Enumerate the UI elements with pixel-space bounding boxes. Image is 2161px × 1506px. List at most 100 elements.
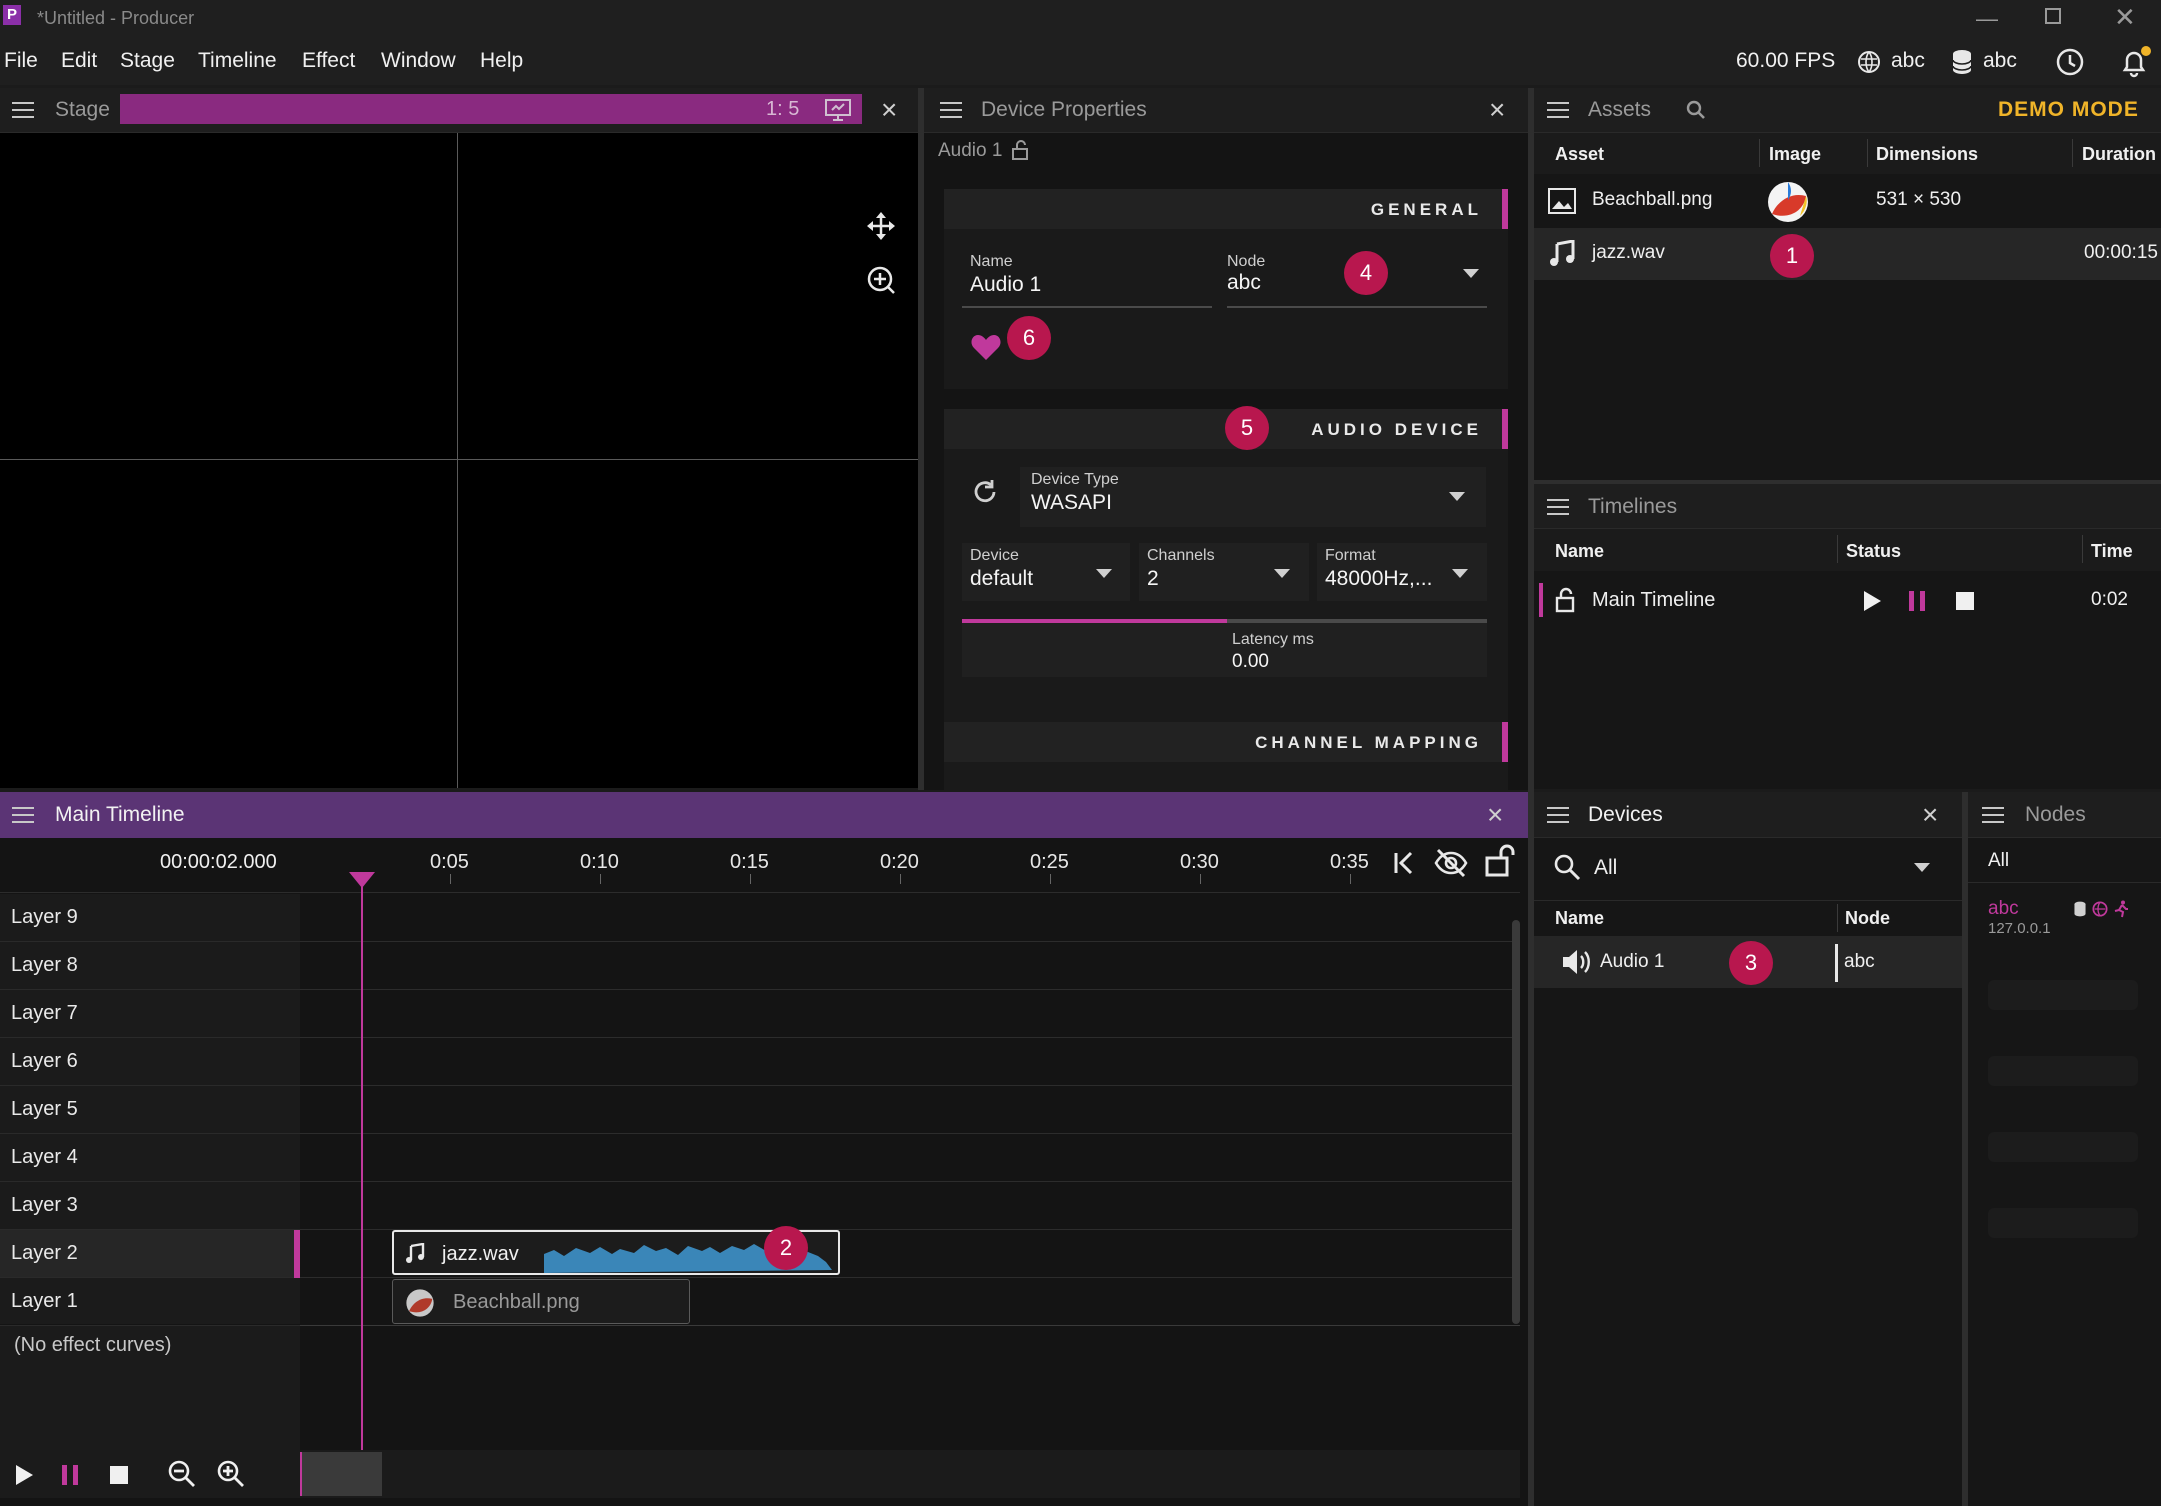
col-name[interactable]: Name — [1555, 541, 1604, 562]
device-properties-menu-icon[interactable] — [940, 102, 962, 118]
zoom-out-icon[interactable] — [166, 1458, 198, 1490]
refresh-icon[interactable] — [970, 477, 1000, 507]
layer-row[interactable]: Layer 8 — [0, 942, 300, 990]
menu-timeline[interactable]: Timeline — [198, 49, 277, 73]
stop-icon[interactable] — [1954, 590, 1976, 612]
devices-close-button[interactable]: × — [1922, 801, 1938, 829]
beachball-clip[interactable]: Beachball.png — [392, 1279, 690, 1324]
ruler-tick-label: 0:15 — [730, 851, 769, 873]
col-asset[interactable]: Asset — [1555, 144, 1604, 165]
ruler-tick-label: 0:20 — [880, 851, 919, 873]
col-node[interactable]: Node — [1845, 908, 1890, 929]
format-select[interactable]: 48000Hz,... — [1325, 567, 1432, 591]
latency-field-bg[interactable] — [962, 623, 1487, 677]
format-caret[interactable] — [1452, 569, 1468, 578]
ruler-tick-label: 0:25 — [1030, 851, 1069, 873]
zoom-in-icon[interactable] — [215, 1458, 247, 1490]
heart-icon[interactable] — [970, 332, 1002, 362]
col-duration[interactable]: Duration — [2082, 144, 2156, 165]
pause-icon[interactable] — [59, 1463, 81, 1487]
monitor-icon[interactable] — [823, 97, 853, 123]
device-caret[interactable] — [1096, 569, 1112, 578]
menu-stage[interactable]: Stage — [120, 49, 175, 73]
globe-icon[interactable] — [1857, 50, 1881, 74]
network-node-label[interactable]: abc — [1891, 49, 1925, 73]
layer-row[interactable]: Layer 9 — [0, 894, 300, 942]
timelines-table: Name Status Time Main Timeline 0:02 — [1534, 529, 2161, 789]
play-icon[interactable] — [13, 1463, 35, 1487]
device-select[interactable]: default — [970, 567, 1033, 591]
playhead-marker[interactable] — [349, 872, 375, 888]
stage-toolbar — [120, 94, 862, 124]
stage-close-button[interactable]: × — [881, 96, 897, 124]
menu-edit[interactable]: Edit — [61, 49, 97, 73]
device-properties-close-button[interactable]: × — [1489, 96, 1505, 124]
node-select[interactable]: abc — [1227, 271, 1261, 295]
stop-icon[interactable] — [108, 1464, 130, 1486]
main-timeline-close-button[interactable]: × — [1487, 801, 1503, 829]
history-clock-icon[interactable] — [2054, 46, 2086, 78]
layer-row[interactable]: Layer 3 — [0, 1182, 300, 1230]
layer-row[interactable]: Layer 4 — [0, 1134, 300, 1182]
layer-row[interactable]: Layer 7 — [0, 990, 300, 1038]
node-address: 127.0.0.1 — [1988, 920, 2051, 937]
minimize-button[interactable]: — — [1976, 6, 1998, 32]
node-row[interactable]: abc 127.0.0.1 — [1968, 894, 2161, 954]
device-type-caret[interactable] — [1449, 492, 1465, 501]
timeline-row[interactable]: Main Timeline 0:02 — [1534, 571, 2161, 629]
search-icon[interactable] — [1684, 98, 1708, 122]
stage-menu-icon[interactable] — [12, 102, 34, 118]
devices-filter-caret[interactable] — [1914, 863, 1930, 872]
database-icon[interactable] — [1951, 49, 1973, 75]
layer-row[interactable]: Layer 1 — [0, 1278, 300, 1326]
col-dimensions[interactable]: Dimensions — [1876, 144, 1978, 165]
devices-filter[interactable]: All — [1594, 856, 1617, 880]
main-timeline-menu-icon[interactable] — [12, 807, 34, 823]
layer-row-selected[interactable]: Layer 2 — [0, 1230, 300, 1278]
menu-help[interactable]: Help — [480, 49, 523, 73]
layer-row[interactable]: Layer 6 — [0, 1038, 300, 1086]
nodes-menu-icon[interactable] — [1982, 807, 2004, 823]
lock-open-icon[interactable] — [1554, 587, 1578, 613]
timelines-menu-icon[interactable] — [1547, 499, 1569, 515]
close-window-button[interactable]: ✕ — [2114, 2, 2136, 33]
asset-row-selected[interactable]: jazz.wav 00:00:15 — [1534, 228, 2161, 280]
zoom-in-icon[interactable] — [865, 264, 897, 296]
name-field[interactable]: Audio 1 — [970, 273, 1041, 297]
horizontal-scroll-thumb[interactable] — [300, 1452, 382, 1496]
layer-row[interactable]: Layer 5 — [0, 1086, 300, 1134]
col-name[interactable]: Name — [1555, 908, 1604, 929]
col-time[interactable]: Time — [2091, 541, 2133, 562]
current-time-display[interactable]: 00:00:02.000 — [160, 851, 277, 874]
nodes-filter[interactable]: All — [1988, 850, 2009, 872]
notification-bell-icon[interactable] — [2117, 45, 2151, 79]
device-type-select[interactable]: WASAPI — [1031, 491, 1112, 515]
skip-to-start-icon[interactable] — [1392, 850, 1416, 876]
stage-canvas[interactable] — [0, 133, 918, 788]
assets-menu-icon[interactable] — [1547, 102, 1569, 118]
col-status[interactable]: Status — [1846, 541, 1901, 562]
maximize-button[interactable] — [2045, 8, 2061, 24]
visibility-off-icon[interactable] — [1433, 847, 1469, 879]
pause-icon[interactable] — [1906, 589, 1928, 613]
col-image[interactable]: Image — [1769, 144, 1821, 165]
assets-table: Asset Image Dimensions Duration Beachbal… — [1534, 133, 2161, 480]
channels-caret[interactable] — [1274, 569, 1290, 578]
running-person-icon — [2114, 900, 2128, 918]
asset-row[interactable]: Beachball.png 531 × 530 — [1534, 174, 2161, 228]
timeline-scrollbar[interactable] — [1512, 920, 1520, 1324]
db-node-label[interactable]: abc — [1983, 49, 2017, 73]
node-dropdown-caret[interactable] — [1463, 269, 1479, 278]
playhead-line[interactable] — [361, 876, 363, 1450]
latency-value[interactable]: 0.00 — [1232, 651, 1269, 673]
menu-file[interactable]: File — [4, 49, 38, 73]
move-arrows-icon[interactable] — [865, 210, 897, 242]
menu-effect[interactable]: Effect — [302, 49, 355, 73]
devices-menu-icon[interactable] — [1547, 807, 1569, 823]
lock-open-icon[interactable] — [1010, 139, 1030, 161]
channels-select[interactable]: 2 — [1147, 567, 1159, 591]
lock-open-icon[interactable] — [1484, 844, 1516, 878]
play-icon[interactable] — [1861, 589, 1883, 613]
menu-window[interactable]: Window — [381, 49, 456, 73]
stage-ratio[interactable]: 1: 5 — [766, 98, 799, 121]
